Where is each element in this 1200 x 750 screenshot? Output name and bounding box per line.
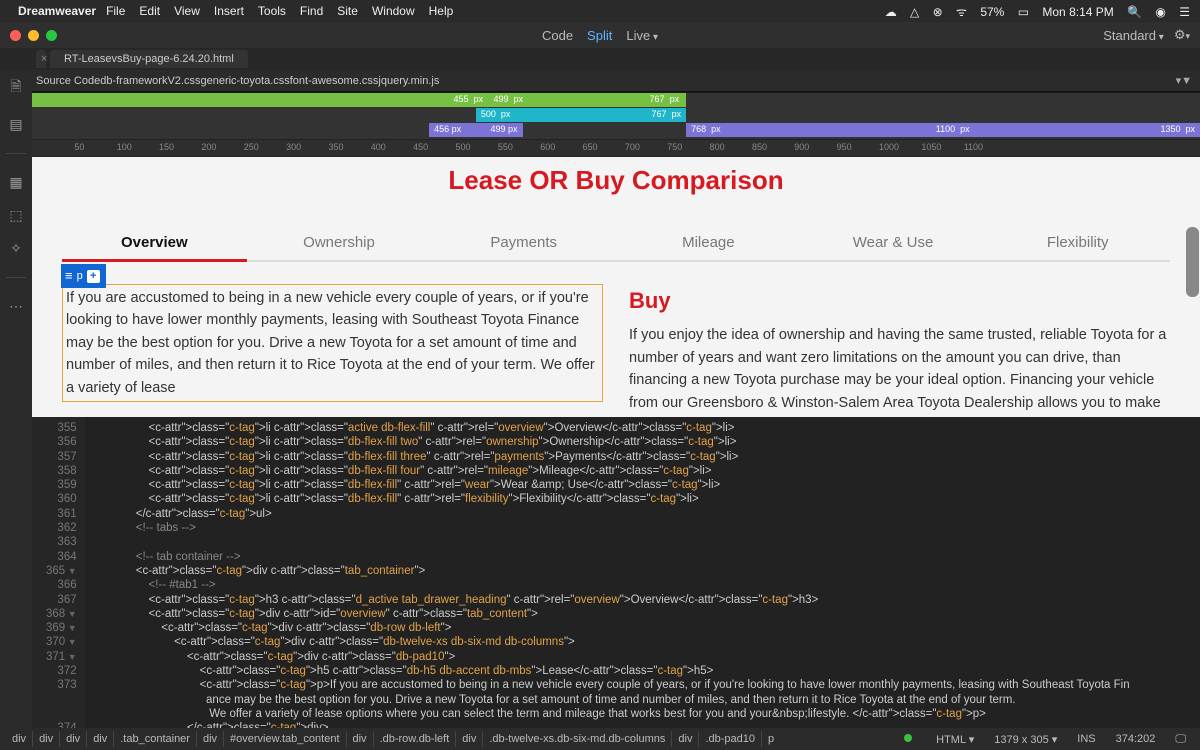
left-tool-rail: 🗎 ▤ ▦ ⬚ ✧ ⋯ bbox=[0, 70, 32, 750]
file-manager-icon[interactable]: 🗎 bbox=[10, 76, 21, 100]
selected-tag: p bbox=[77, 268, 83, 285]
breadcrumb-segment[interactable]: div bbox=[346, 731, 373, 747]
breadcrumb-segment[interactable]: div bbox=[6, 731, 32, 747]
content-tab-flexibility[interactable]: Flexibility bbox=[985, 226, 1170, 260]
caret-position: 374:202 bbox=[1108, 731, 1164, 747]
breadcrumb-segment[interactable]: div bbox=[455, 731, 482, 747]
more-tools-icon[interactable]: ⋯ bbox=[9, 298, 23, 315]
mq-teal-range[interactable]: 500 px 767 px bbox=[476, 108, 686, 122]
menu-insert[interactable]: Insert bbox=[214, 4, 244, 18]
app-toolbar: Code Split Live Standard ⚙▾ bbox=[0, 22, 1200, 48]
content-tab-ownership[interactable]: Ownership bbox=[247, 226, 432, 260]
battery-percent[interactable]: 57% bbox=[980, 5, 1004, 19]
mq-purple-range-2[interactable]: 768 px 1100 px 1350 px bbox=[686, 123, 1200, 137]
breadcrumb-segment[interactable]: div bbox=[86, 731, 113, 747]
content-tabs: OverviewOwnershipPaymentsMileageWear & U… bbox=[62, 226, 1170, 262]
document-tab[interactable]: RT-LeasevsBuy-page-6.24.20.html bbox=[50, 50, 248, 68]
window-minimize-button[interactable] bbox=[28, 30, 39, 41]
menu-find[interactable]: Find bbox=[300, 4, 323, 18]
lease-paragraph[interactable]: If you are accustomed to being in a new … bbox=[62, 284, 603, 402]
menu-view[interactable]: View bbox=[174, 4, 200, 18]
view-live[interactable]: Live bbox=[626, 28, 658, 43]
workspace-picker[interactable]: Standard bbox=[1103, 28, 1164, 43]
buy-paragraph: If you enjoy the idea of ownership and h… bbox=[629, 324, 1170, 417]
window-close-button[interactable] bbox=[10, 30, 21, 41]
element-selection-hud[interactable]: p + bbox=[61, 264, 106, 288]
behaviors-icon[interactable]: ✧ bbox=[10, 240, 22, 257]
menu-help[interactable]: Help bbox=[429, 4, 454, 18]
menu-edit[interactable]: Edit bbox=[139, 4, 160, 18]
mac-menubar: Dreamweaver File Edit View Insert Tools Find S… bbox=[0, 0, 1200, 22]
spotlight-icon[interactable]: 🔍 bbox=[1127, 5, 1142, 19]
viewport-size[interactable]: 1379 x 305 ▾ bbox=[986, 731, 1065, 748]
line-gutter[interactable]: 3553563573583593603613623633643653663673… bbox=[32, 417, 85, 729]
element-menu-icon[interactable] bbox=[65, 266, 73, 286]
menu-site[interactable]: Site bbox=[337, 4, 358, 18]
breadcrumb-segment[interactable]: div bbox=[671, 731, 698, 747]
insert-icon[interactable]: ⬚ bbox=[9, 207, 22, 224]
view-split[interactable]: Split bbox=[587, 28, 612, 43]
error-indicator[interactable] bbox=[896, 731, 924, 747]
mq-purple-range-1[interactable]: 456 px 499 px bbox=[429, 123, 522, 137]
breadcrumb-segment[interactable]: div bbox=[32, 731, 59, 747]
app-name[interactable]: Dreamweaver bbox=[18, 4, 96, 18]
tab-close-button[interactable]: × bbox=[36, 50, 46, 68]
related-files-bar: Source Codedb-frameworkV2.cssgeneric-toy… bbox=[0, 70, 1200, 92]
window-zoom-button[interactable] bbox=[46, 30, 57, 41]
live-view-pane[interactable]: Lease OR Buy Comparison OverviewOwnershi… bbox=[32, 157, 1200, 417]
content-tab-overview[interactable]: Overview bbox=[62, 226, 247, 262]
view-code[interactable]: Code bbox=[542, 28, 573, 43]
window-controls bbox=[0, 24, 67, 47]
code-editor[interactable]: <c-attr">class="c-tag">li c-attr">class=… bbox=[85, 417, 1130, 729]
quick-insert-button[interactable]: + bbox=[87, 270, 100, 283]
breadcrumb-segment[interactable]: .db-twelve-xs.db-six-md.db-columns bbox=[482, 731, 671, 747]
document-tab-bar: × RT-LeasevsBuy-page-6.24.20.html bbox=[0, 48, 1200, 70]
breadcrumb-segment[interactable]: #overview.tab_content bbox=[223, 731, 345, 747]
breadcrumb-segment[interactable]: p bbox=[761, 731, 780, 747]
breadcrumb-segment[interactable]: .tab_container bbox=[113, 731, 196, 747]
preview-icon[interactable]: 🖵 bbox=[1167, 731, 1194, 748]
clock[interactable]: Mon 8:14 PM bbox=[1042, 5, 1113, 19]
filter-related-icon[interactable]: ▾▼ bbox=[1176, 74, 1192, 87]
insert-mode[interactable]: INS bbox=[1069, 731, 1103, 747]
breadcrumb-segment[interactable]: .db-row.db-left bbox=[373, 731, 456, 747]
code-view-pane[interactable]: 3553563573583593603613623633643653663673… bbox=[32, 417, 1200, 729]
status-bar: divdivdivdiv.tab_containerdiv#overview.t… bbox=[0, 728, 1200, 750]
cloud-sync-icon[interactable]: ☁ bbox=[885, 5, 897, 19]
menu-tools[interactable]: Tools bbox=[258, 4, 286, 18]
pixel-ruler[interactable]: 5010015020025030035040045050055060065070… bbox=[32, 139, 1200, 157]
related-file[interactable]: Source Code bbox=[36, 75, 100, 87]
breadcrumb-segment[interactable]: div bbox=[59, 731, 86, 747]
menu-file[interactable]: File bbox=[106, 4, 125, 18]
mac-status-area: ☁ △ ⊗ ᯤ 57% ▭ Mon 8:14 PM 🔍 ◉ ☰ bbox=[875, 3, 1190, 20]
cc-sync-icon[interactable]: △ bbox=[910, 5, 919, 19]
live-scrollbar[interactable] bbox=[1186, 227, 1199, 297]
related-file[interactable]: jquery.min.js bbox=[378, 75, 439, 87]
related-file[interactable]: generic-toyota.css bbox=[200, 75, 289, 87]
notification-center-icon[interactable]: ☰ bbox=[1179, 5, 1190, 19]
content-tab-wear-use[interactable]: Wear & Use bbox=[801, 226, 986, 260]
page-heading: Lease OR Buy Comparison bbox=[62, 165, 1170, 196]
buy-heading: Buy bbox=[629, 284, 1170, 318]
dom-panel-icon[interactable]: ▤ bbox=[9, 116, 22, 133]
menu-window[interactable]: Window bbox=[372, 4, 415, 18]
wifi-icon[interactable]: ᯤ bbox=[956, 3, 967, 20]
split-workspace: Lease OR Buy Comparison OverviewOwnershi… bbox=[32, 157, 1200, 729]
content-tab-mileage[interactable]: Mileage bbox=[616, 226, 801, 260]
related-file[interactable]: font-awesome.css bbox=[290, 75, 379, 87]
assets-icon[interactable]: ▦ bbox=[9, 174, 22, 191]
content-tab-payments[interactable]: Payments bbox=[431, 226, 616, 260]
breadcrumb-segment[interactable]: .db-pad10 bbox=[698, 731, 761, 747]
doc-lang[interactable]: HTML ▾ bbox=[928, 731, 982, 748]
creative-cloud-icon[interactable]: ⊗ bbox=[933, 5, 943, 19]
settings-gear-icon[interactable]: ⚙▾ bbox=[1174, 27, 1190, 43]
breadcrumb-segment[interactable]: div bbox=[196, 731, 223, 747]
battery-icon[interactable]: ▭ bbox=[1018, 5, 1029, 19]
view-mode-switch: Code Split Live bbox=[542, 28, 658, 43]
mq-green-max[interactable]: 455 px 499 px 767 px bbox=[32, 93, 686, 107]
related-file[interactable]: db-frameworkV2.css bbox=[100, 75, 200, 87]
media-query-bar[interactable]: 455 px 499 px 767 px 500 px 767 px 456 p… bbox=[32, 93, 1200, 139]
siri-icon[interactable]: ◉ bbox=[1155, 5, 1165, 19]
